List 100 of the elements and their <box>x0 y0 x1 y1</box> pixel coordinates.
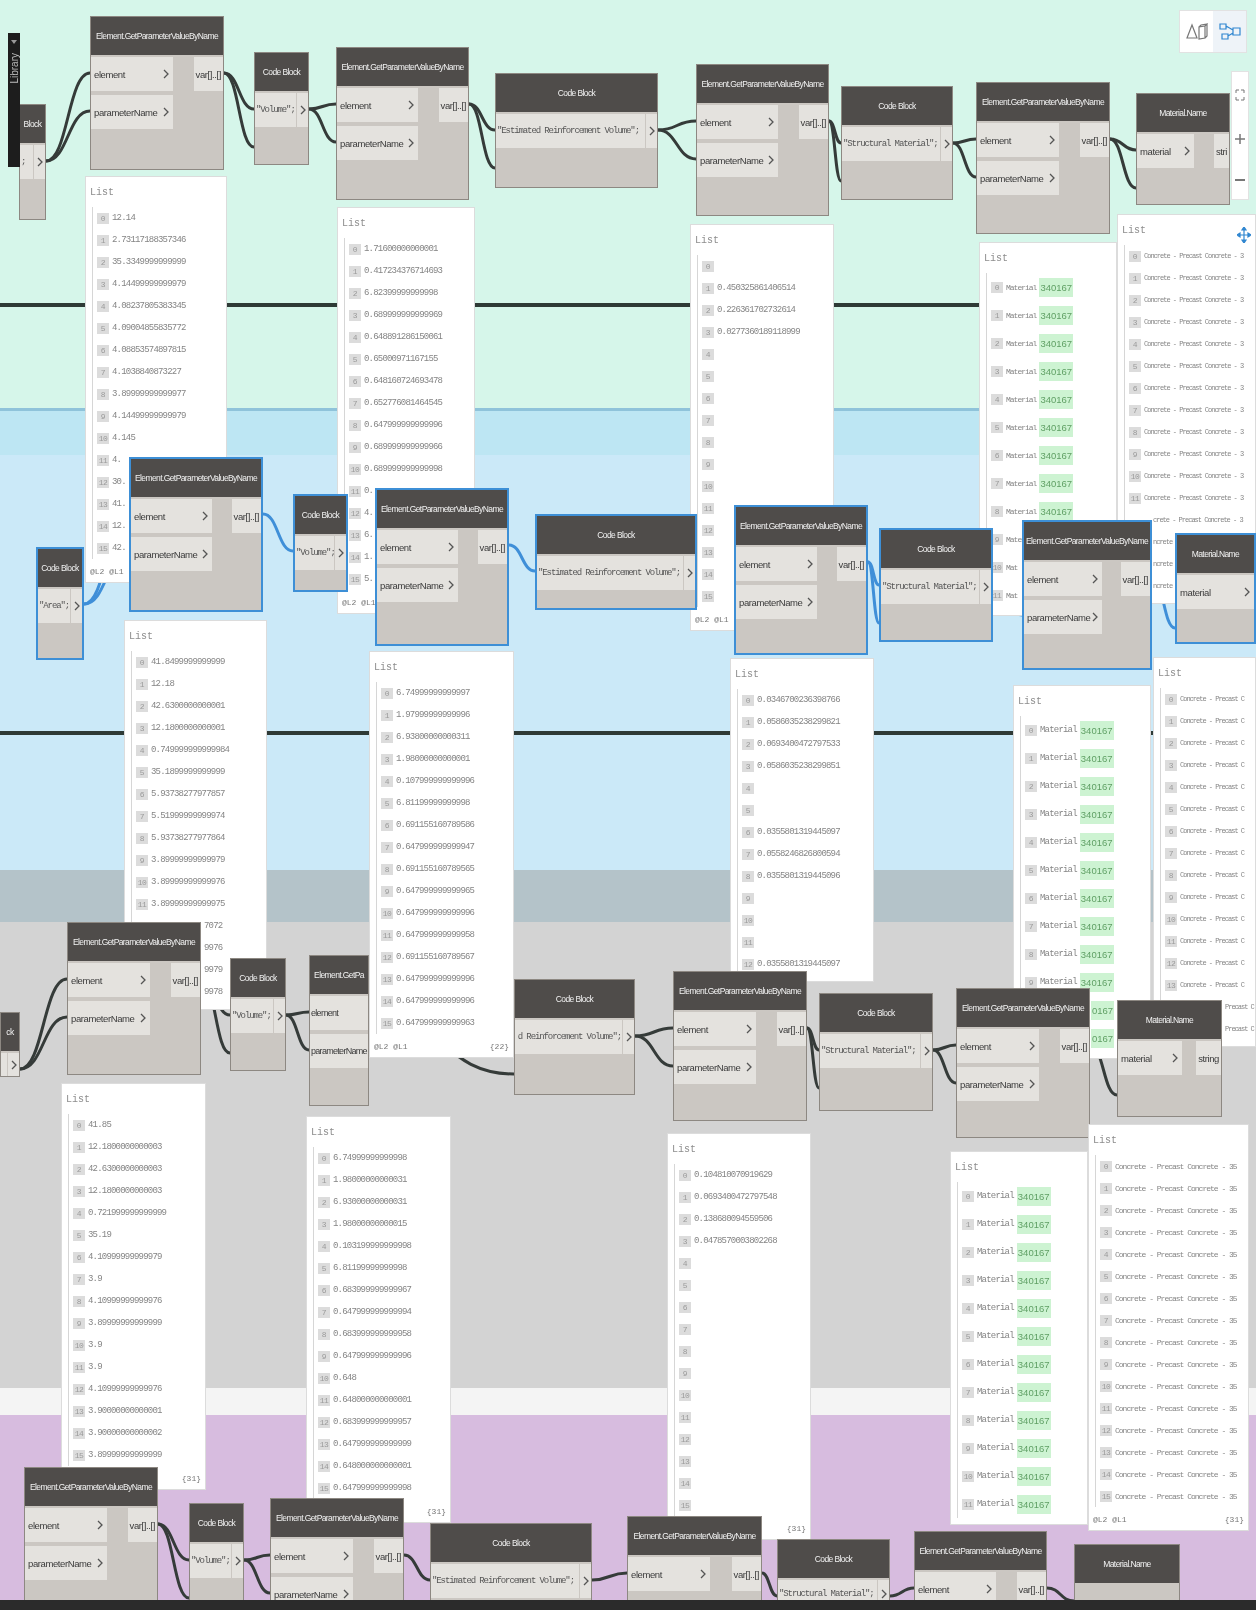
input-port[interactable]: element <box>68 963 150 997</box>
view-toggle-button[interactable] <box>1213 11 1246 52</box>
input-port[interactable]: element <box>91 57 173 91</box>
input-port[interactable]: parameterName <box>1024 600 1103 634</box>
input-port[interactable]: element <box>310 996 368 1030</box>
input-port[interactable]: parameterName <box>68 1001 150 1035</box>
output-port[interactable]: var[]..[] <box>373 1539 403 1573</box>
parameter-node[interactable]: Element.GetParameterValueByName element parameterName var[]..[] <box>956 988 1090 1138</box>
code-field[interactable]: ; <box>20 145 33 179</box>
material-name-node[interactable]: Material.Name material stri <box>1136 93 1230 205</box>
output-port[interactable]: var[]..[] <box>1079 123 1109 157</box>
code-block-node[interactable]: Code Block "Estimated Reinforcement Volume"; <box>535 514 697 610</box>
code-field[interactable]: "Estimated Reinforcement Volume"; <box>537 556 683 590</box>
input-port[interactable]: element <box>1024 562 1103 596</box>
code-field[interactable]: "Volume"; <box>231 999 273 1033</box>
code-field[interactable]: "Structural Material"; <box>820 1034 920 1068</box>
code-block-node[interactable]: Code Block "Structural Material"; <box>777 1539 890 1600</box>
parameter-node[interactable]: Element.GetParameterValueByName element parameterName var[]..[] <box>1022 520 1152 670</box>
input-port[interactable]: element <box>377 530 458 564</box>
input-port[interactable]: material <box>1137 134 1195 168</box>
parameter-node[interactable]: Element.GetParameterValueByName element var[]..[] <box>627 1516 762 1600</box>
input-port[interactable]: element <box>977 123 1059 157</box>
output-port[interactable]: string <box>1196 1041 1221 1075</box>
input-port[interactable]: parameterName <box>377 568 458 602</box>
code-block-node[interactable]: Block ; <box>19 104 46 220</box>
code-block-node[interactable]: Code Block "Structural Material"; <box>819 993 933 1111</box>
code-field[interactable]: "Volume"; <box>190 1544 231 1578</box>
code-field[interactable]: "Estimated Reinforcement Volume"; <box>496 114 645 148</box>
output-port[interactable] <box>877 1580 889 1600</box>
parameter-node[interactable]: Element.GetParameterValueByName element parameterName var[]..[] <box>129 457 263 612</box>
material-name-node[interactable]: Material.Name material <box>1175 533 1256 644</box>
output-port[interactable]: var[]..[] <box>1016 1572 1046 1600</box>
input-port[interactable]: element <box>697 105 779 139</box>
output-port[interactable]: var[]..[] <box>193 57 223 91</box>
code-field[interactable]: "Structural Material"; <box>778 1580 877 1600</box>
material-name-node[interactable]: Material.Name <box>1074 1544 1180 1600</box>
parameter-node[interactable]: Element.GetParameterValueByName element parameterName var[]..[] <box>24 1467 158 1600</box>
input-port[interactable]: element <box>337 88 419 122</box>
code-field[interactable]: d Reinforcement Volume"; <box>515 1020 622 1054</box>
input-port[interactable]: parameterName <box>271 1577 353 1600</box>
code-block-node[interactable]: Code Block d Reinforcement Volume"; <box>514 979 635 1095</box>
input-port[interactable]: element <box>131 499 212 533</box>
input-port[interactable]: parameterName <box>957 1067 1039 1101</box>
library-tab[interactable]: Library <box>8 33 20 167</box>
output-port[interactable]: var[]..[] <box>836 547 866 581</box>
parameter-node[interactable]: Element.GetParameterValueByName element parameterName var[]..[] <box>673 971 807 1121</box>
input-port[interactable]: element <box>628 1557 711 1591</box>
output-port[interactable]: stri <box>1213 134 1229 168</box>
output-port[interactable]: var[]..[] <box>731 1557 761 1591</box>
input-port[interactable]: element <box>915 1572 997 1600</box>
input-port[interactable]: parameterName <box>25 1546 107 1580</box>
code-block-node[interactable]: Code Block "Volume"; <box>189 1503 244 1600</box>
code-block-node[interactable]: Code Block "Area"; <box>36 547 84 660</box>
code-field[interactable]: "Volume"; <box>295 536 334 570</box>
input-port[interactable]: element <box>25 1508 107 1542</box>
parameter-node[interactable]: Element.GetParameterValueByName element parameterName var[]..[] <box>90 16 224 170</box>
code-block-node[interactable]: Code Block "Structural Material"; <box>841 86 953 200</box>
parameter-node[interactable]: Element.GetParameterValueByName element parameterName var[]..[] <box>696 64 829 216</box>
parameter-node[interactable]: Element.GetPa element parameterName <box>309 955 369 1106</box>
code-field[interactable]: "Area"; <box>38 589 70 623</box>
code-block-node[interactable]: Code Block "Volume"; <box>293 494 348 592</box>
parameter-node[interactable]: Element.GetParameterValueByName element parameterName var[]..[] <box>270 1498 404 1600</box>
parameter-node[interactable]: Element.GetParameterValueByName element parameterName var[]..[] <box>67 922 201 1075</box>
code-block-node[interactable]: Code Block "Estimated Reinforcement Volume"; <box>430 1523 592 1600</box>
input-port[interactable]: parameterName <box>977 161 1059 195</box>
output-port[interactable] <box>7 1053 19 1076</box>
output-port[interactable]: var[]..[] <box>1120 562 1150 596</box>
input-port[interactable]: parameterName <box>736 585 817 619</box>
code-block-node[interactable]: Code Block "Volume"; <box>230 958 286 1071</box>
input-port[interactable]: element <box>957 1029 1039 1063</box>
code-block-node[interactable]: Code Block "Structural Material"; <box>879 528 993 642</box>
code-block-node[interactable]: ck <box>0 1012 20 1077</box>
code-block-node[interactable]: Code Block "Volume"; <box>254 52 309 165</box>
input-port[interactable]: parameterName <box>131 537 212 571</box>
parameter-node[interactable]: Element.GetParameterValueByName element parameterName var[]..[] <box>976 82 1110 234</box>
output-port[interactable]: var[]..[] <box>127 1508 157 1542</box>
input-port[interactable]: material <box>1177 575 1254 609</box>
output-port[interactable]: var[]..[] <box>438 88 468 122</box>
input-port[interactable]: material <box>1118 1041 1182 1075</box>
parameter-node[interactable]: Element.GetParameterValueByName element parameterName var[]..[] <box>734 505 868 655</box>
input-port[interactable]: parameterName <box>337 126 419 160</box>
output-port[interactable]: var[]..[] <box>231 499 261 533</box>
input-port[interactable]: parameterName <box>674 1050 756 1084</box>
input-port[interactable]: parameterName <box>91 95 173 129</box>
output-port[interactable]: var[]..[] <box>1059 1029 1089 1063</box>
input-port[interactable]: parameterName <box>697 143 779 177</box>
input-port[interactable]: parameterName <box>310 1034 368 1068</box>
parameter-node[interactable]: Element.GetParameterValueByName element var[]..[] <box>914 1531 1047 1600</box>
output-port[interactable]: var[]..[] <box>776 1012 806 1046</box>
zoom-out-button[interactable] <box>1235 178 1245 183</box>
fit-view-button[interactable] <box>1235 88 1245 101</box>
input-port[interactable]: element <box>674 1012 756 1046</box>
input-port[interactable]: element <box>271 1539 353 1573</box>
code-field[interactable]: "Volume"; <box>255 93 296 127</box>
parameter-node[interactable]: Element.GetParameterValueByName element parameterName var[]..[] <box>375 488 509 646</box>
input-port[interactable]: element <box>736 547 817 581</box>
code-block-node[interactable]: Code Block "Estimated Reinforcement Volume"; <box>495 73 658 188</box>
code-field[interactable]: "Estimated Reinforcement Volume"; <box>431 1564 579 1598</box>
parameter-node[interactable]: Element.GetParameterValueByName element parameterName var[]..[] <box>336 47 469 200</box>
code-field[interactable]: "Structural Material"; <box>842 127 940 161</box>
